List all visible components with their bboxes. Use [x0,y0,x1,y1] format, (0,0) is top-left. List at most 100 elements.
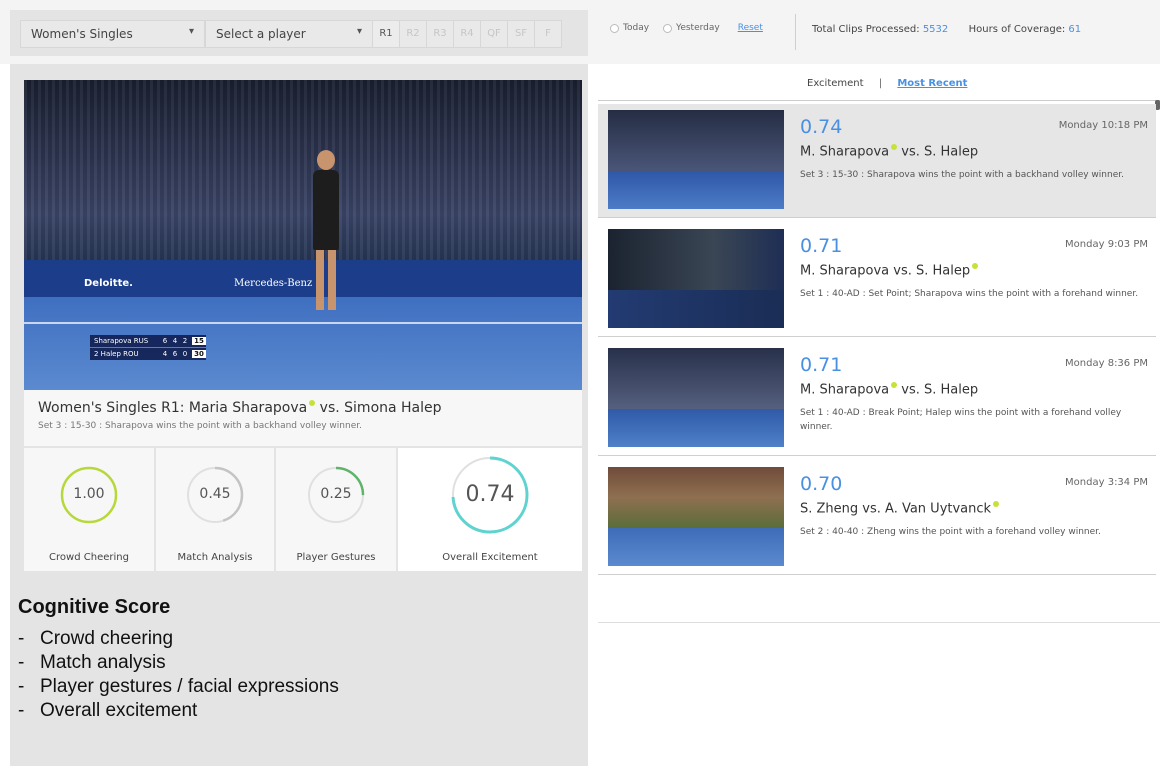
clip-list-item[interactable]: 0.74 Monday 10:18 PM M. Sharapova vs. S. H… [598,104,1156,218]
score-value: 0.45 [199,486,231,502]
coverage-stats: Total Clips Processed: 5532 Hours of Cov… [812,24,1081,35]
round-f[interactable]: F [535,20,562,48]
scoreboard-set-score: 6 [162,337,168,345]
event-select-value: Women's Singles [31,27,133,41]
date-filters: Today Yesterday Reset [610,23,763,33]
round-r3[interactable]: R3 [427,20,454,48]
radio-today-label: Today [623,23,650,33]
round-r4[interactable]: R4 [454,20,481,48]
video-player[interactable]: Deloitte. Mercedes-Benz Sharapova RUS 6 4 2… [24,80,582,390]
clip-timestamp: Monday 10:18 PM [1058,120,1148,131]
clip-list-item[interactable]: 0.71 Monday 8:36 PM M. Sharapova vs. S. Ha… [598,342,1156,456]
cognitive-score-list: Crowd cheeringMatch analysisPlayer gestu… [18,627,339,723]
round-r1[interactable]: R1 [373,20,400,48]
video-title: Women's Singles R1: Maria Sharapova vs. … [38,400,568,416]
clip-timestamp: Monday 9:03 PM [1065,239,1148,250]
match-filters: Women's Singles ▾ Select a player ▾ R1 R2… [10,10,588,56]
clip-player-two: A. Van Uytvanck [885,501,992,517]
divider [795,14,796,50]
tab-separator: | [878,78,883,89]
video-subtitle: Set 3 : 15-30 : Sharapova wins the point… [38,421,362,431]
serve-indicator-icon [993,501,1000,507]
cognitive-score-item: Overall excitement [18,699,339,723]
score-label: Overall Excitement [442,552,538,563]
radio-circle-icon[interactable] [663,23,673,33]
score-label: Crowd Cheering [49,552,129,563]
cognitive-score-item: Match analysis [18,651,339,675]
scoreboard-row: 2 Halep ROU 4 6 0 30 [90,348,206,360]
score-card: 0.25 Player Gestures [276,448,396,571]
score-card: 1.00 Crowd Cheering [24,448,154,571]
featured-clip-panel: Deloitte. Mercedes-Benz Sharapova RUS 6 4 2… [10,64,588,766]
clip-list-item[interactable]: 0.70 Monday 3:34 PM S. Zheng vs. A. Van Uy… [598,461,1156,575]
clip-description: Set 3 : 15-30 : Sharapova wins the point… [800,170,1124,180]
score-label: Match Analysis [177,552,253,563]
reset-link[interactable]: Reset [738,23,763,33]
divider [598,622,1160,623]
scoreboard-player-name: 2 Halep ROU [94,350,139,358]
clip-thumbnail[interactable] [608,110,784,209]
round-sf[interactable]: SF [508,20,535,48]
clip-player-two: S. Halep [924,144,979,160]
sponsor-board: Deloitte. [84,278,133,289]
clip-thumbnail[interactable] [608,467,784,566]
divider [598,100,1160,101]
round-selector: R1 R2 R3 R4 QF SF F [373,20,562,48]
clip-description: Set 1 : 40-AD : Break Point; Halep wins … [800,408,1122,432]
clip-excitement-score: 0.71 [800,235,843,257]
clip-player-one: S. Zheng [800,501,859,517]
scoreboard-points: 15 [192,337,206,345]
cognitive-score-item: Player gestures / facial expressions [18,675,339,699]
score-cards: 1.00 Crowd Cheering 0.45 Match Analysis 0.25… [24,448,582,571]
clip-description: Set 1 : 40-AD : Set Point; Sharapova win… [800,289,1139,299]
clip-player-two: S. Halep [916,263,971,279]
sort-tabs: Excitement | Most Recent [807,78,967,89]
clip-match-title: M. Sharapova vs. S. Halep [800,382,978,397]
clip-player-two: S. Halep [924,382,979,398]
score-value: 1.00 [73,486,105,502]
tab-most-recent[interactable]: Most Recent [897,78,967,89]
round-r2[interactable]: R2 [400,20,427,48]
player-select-placeholder: Select a player [216,27,306,41]
scoreboard-set-score: 4 [162,350,168,358]
radio-yesterday-label: Yesterday [676,23,720,33]
video-court-line [24,321,582,324]
clip-vs-separator: vs. [858,501,886,517]
clip-thumbnail[interactable] [608,229,784,328]
sponsor-board: Mercedes-Benz [234,278,313,289]
cognitive-score-title: Cognitive Score [18,596,171,618]
clip-match-title: S. Zheng vs. A. Van Uytvanck [800,501,1000,517]
tab-excitement[interactable]: Excitement [807,78,864,89]
clip-thumbnail[interactable] [608,348,784,447]
clip-timestamp: Monday 3:34 PM [1065,477,1148,488]
hours-coverage-value: 61 [1068,24,1082,35]
clip-player-one: M. Sharapova [800,382,890,398]
chevron-down-icon: ▾ [188,26,194,37]
clip-vs-separator: vs. [897,382,924,398]
clip-excitement-score: 0.74 [800,116,843,138]
clip-timestamp: Monday 8:36 PM [1065,358,1148,369]
video-title-suffix: vs. Simona Halep [315,400,442,416]
clip-vs-separator: vs. [897,144,924,160]
player-select[interactable]: Select a player ▾ [205,20,373,48]
radio-yesterday[interactable]: Yesterday [663,23,720,33]
radio-circle-icon[interactable] [610,23,619,33]
score-card: 0.74 Overall Excitement [398,448,582,571]
hours-coverage-label: Hours of Coverage: [968,24,1066,35]
clip-excitement-score: 0.71 [800,354,843,376]
event-select[interactable]: Women's Singles ▾ [20,20,205,48]
round-qf[interactable]: QF [481,20,508,48]
clip-list-item[interactable]: 0.71 Monday 9:03 PM M. Sharapova vs. S. Ha… [598,223,1156,337]
player-figure [306,150,346,320]
video-title-text: Women's Singles R1: Maria Sharapova [38,400,308,416]
video-caption: Women's Singles R1: Maria Sharapova vs. … [24,390,582,446]
serve-indicator-icon [972,263,979,269]
scoreboard-points: 30 [192,350,206,358]
clips-processed-label: Total Clips Processed: [812,24,920,35]
radio-today[interactable]: Today [610,23,649,33]
clip-player-one: M. Sharapova [800,263,890,279]
score-value: 0.74 [465,482,515,507]
video-stands [24,80,582,273]
scoreboard-set-score: 0 [182,350,188,358]
clip-match-title: M. Sharapova vs. S. Halep [800,263,979,279]
